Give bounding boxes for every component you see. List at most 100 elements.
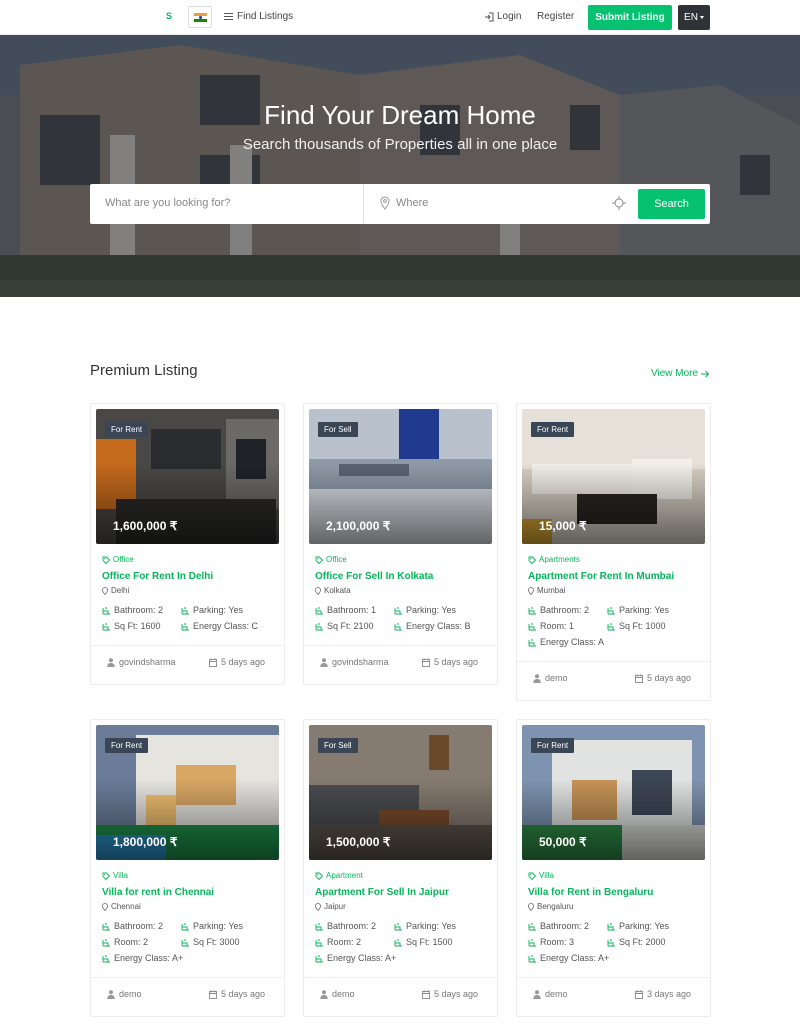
listing-status-badge: For Sell bbox=[318, 422, 358, 437]
listing-image[interactable]: For Rent 15,000 ₹ bbox=[522, 409, 705, 544]
feature-icon bbox=[181, 939, 189, 946]
locate-me-icon[interactable] bbox=[612, 196, 626, 210]
language-dropdown[interactable]: EN bbox=[678, 5, 710, 30]
listing-location: Kolkata bbox=[315, 586, 351, 595]
feature-icon bbox=[607, 939, 615, 946]
list-icon bbox=[224, 12, 233, 21]
listing-owner[interactable]: demo bbox=[533, 989, 568, 999]
listing-image[interactable]: For Sell 1,500,000 ₹ bbox=[309, 725, 492, 860]
listing-feature: Energy Class: A+ bbox=[528, 953, 609, 963]
listing-card[interactable]: For Rent 50,000 ₹ Villa Villa for Rent i… bbox=[516, 719, 711, 1017]
listing-feature: Room: 1 bbox=[528, 621, 574, 631]
listing-status-badge: For Sell bbox=[318, 738, 358, 753]
calendar-icon bbox=[209, 657, 217, 667]
listing-title[interactable]: Office For Rent In Delhi bbox=[102, 571, 213, 582]
map-pin-icon bbox=[102, 902, 108, 911]
listing-price: 50,000 ₹ bbox=[539, 835, 587, 849]
tag-icon bbox=[102, 872, 110, 880]
search-button[interactable]: Search bbox=[638, 189, 705, 219]
listing-location: Bengaluru bbox=[528, 902, 573, 911]
feature-label: Room: 1 bbox=[540, 621, 575, 631]
listing-title[interactable]: Apartment For Sell In Jaipur bbox=[315, 887, 449, 898]
location-search-input[interactable]: Where bbox=[396, 197, 428, 209]
listing-feature: Sq Ft: 1500 bbox=[394, 937, 453, 947]
feature-icon bbox=[394, 939, 402, 946]
listing-image[interactable]: For Rent 50,000 ₹ bbox=[522, 725, 705, 860]
listing-status-badge: For Rent bbox=[105, 738, 149, 753]
section-title: Premium Listing bbox=[90, 362, 198, 379]
tag-icon bbox=[315, 556, 323, 564]
map-pin-icon bbox=[102, 586, 108, 595]
listing-price: 1,600,000 ₹ bbox=[113, 519, 178, 533]
listing-card[interactable]: For Rent 15,000 ₹ Apartments Apartment F… bbox=[516, 403, 711, 701]
listing-status-badge: For Rent bbox=[105, 422, 149, 437]
login-link[interactable]: Login bbox=[484, 11, 521, 22]
listing-category[interactable]: Apartment bbox=[315, 871, 363, 880]
listing-status-badge: For Rent bbox=[531, 422, 575, 437]
feature-label: Energy Class: B bbox=[406, 621, 471, 631]
listing-card[interactable]: For Sell 1,500,000 ₹ Apartment Apartment… bbox=[303, 719, 498, 1017]
map-pin-icon bbox=[380, 196, 390, 210]
listing-title[interactable]: Apartment For Rent In Mumbai bbox=[528, 571, 674, 582]
listing-owner[interactable]: demo bbox=[107, 989, 142, 999]
listing-feature: Bathroom: 2 bbox=[528, 605, 589, 615]
listing-category[interactable]: Villa bbox=[528, 871, 554, 880]
feature-icon bbox=[181, 607, 189, 614]
card-divider bbox=[91, 645, 284, 646]
listing-card[interactable]: For Sell 2,100,000 ₹ Office Office For S… bbox=[303, 403, 498, 685]
owner-name: demo bbox=[332, 989, 355, 999]
listing-category[interactable]: Office bbox=[102, 555, 134, 564]
listing-owner[interactable]: govindsharma bbox=[107, 657, 176, 667]
calendar-icon bbox=[635, 989, 643, 999]
listing-feature: Parking: Yes bbox=[181, 921, 243, 931]
listing-feature: Energy Class: B bbox=[394, 621, 471, 631]
india-flag-icon[interactable] bbox=[188, 6, 212, 28]
feature-label: Sq Ft: 1600 bbox=[114, 621, 161, 631]
feature-label: Room: 2 bbox=[327, 937, 362, 947]
listing-card[interactable]: For Rent 1,800,000 ₹ Villa Villa for ren… bbox=[90, 719, 285, 1017]
feature-label: Sq Ft: 2100 bbox=[327, 621, 374, 631]
owner-name: govindsharma bbox=[119, 657, 176, 667]
feature-icon bbox=[315, 923, 323, 930]
hero-banner: Find Your Dream Home Search thousands of… bbox=[0, 35, 800, 297]
listing-image[interactable]: For Rent 1,600,000 ₹ bbox=[96, 409, 279, 544]
location-label: Mumbai bbox=[537, 586, 566, 595]
listing-category[interactable]: Villa bbox=[102, 871, 128, 880]
view-more-link[interactable]: View More bbox=[651, 368, 710, 379]
listing-title[interactable]: Office For Sell In Kolkata bbox=[315, 571, 433, 582]
owner-name: govindsharma bbox=[332, 657, 389, 667]
register-link[interactable]: Register bbox=[537, 11, 574, 22]
category-label: Office bbox=[113, 555, 134, 564]
card-divider bbox=[304, 977, 497, 978]
location-label: Delhi bbox=[111, 586, 130, 595]
listing-title[interactable]: Villa for Rent in Bengaluru bbox=[528, 887, 653, 898]
listing-category[interactable]: Apartments bbox=[528, 555, 580, 564]
feature-icon bbox=[102, 923, 110, 930]
site-logo[interactable]: S bbox=[166, 11, 172, 21]
keyword-search-input[interactable]: What are you looking for? bbox=[105, 197, 230, 209]
listing-owner[interactable]: govindsharma bbox=[320, 657, 389, 667]
feature-icon bbox=[528, 639, 536, 646]
submit-listing-button[interactable]: Submit Listing bbox=[588, 5, 672, 30]
listing-price: 15,000 ₹ bbox=[539, 519, 587, 533]
top-navbar: S Find Listings Login Register Submit Li… bbox=[0, 0, 800, 35]
card-divider bbox=[517, 977, 710, 978]
location-label: Jaipur bbox=[324, 902, 346, 911]
listing-category[interactable]: Office bbox=[315, 555, 347, 564]
listing-feature: Sq Ft: 2100 bbox=[315, 621, 374, 631]
card-divider bbox=[517, 661, 710, 662]
listing-title[interactable]: Villa for rent in Chennai bbox=[102, 887, 214, 898]
find-listings-link[interactable]: Find Listings bbox=[224, 11, 293, 22]
listing-owner[interactable]: demo bbox=[533, 673, 568, 683]
tag-icon bbox=[315, 872, 323, 880]
date-label: 5 days ago bbox=[221, 989, 266, 999]
listing-owner[interactable]: demo bbox=[320, 989, 355, 999]
listing-date: 5 days ago bbox=[422, 989, 478, 999]
listing-image[interactable]: For Rent 1,800,000 ₹ bbox=[96, 725, 279, 860]
feature-label: Parking: Yes bbox=[619, 605, 670, 615]
listing-location: Mumbai bbox=[528, 586, 565, 595]
listing-image[interactable]: For Sell 2,100,000 ₹ bbox=[309, 409, 492, 544]
feature-label: Parking: Yes bbox=[619, 921, 670, 931]
listing-feature: Parking: Yes bbox=[607, 921, 669, 931]
listing-card[interactable]: For Rent 1,600,000 ₹ Office Office For R… bbox=[90, 403, 285, 685]
